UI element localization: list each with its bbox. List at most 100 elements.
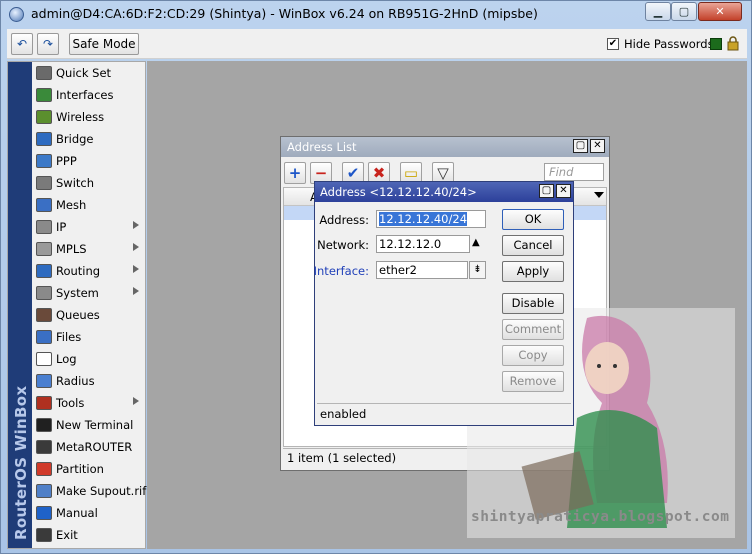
queues-icon: [36, 308, 52, 322]
address-dialog-titlebar[interactable]: Address <12.12.12.40/24> ▢ ✕: [315, 182, 573, 202]
dialog-status: enabled: [317, 403, 571, 424]
routeros-brand: RouterOS WinBox: [8, 62, 32, 548]
terminal-icon: [36, 418, 52, 432]
sidebar-item-switch[interactable]: Switch: [33, 172, 145, 194]
network-toggle-icon[interactable]: ▲: [472, 237, 480, 248]
sidebar-item-system[interactable]: System: [33, 282, 145, 304]
sidebar-item-queues[interactable]: Queues: [33, 304, 145, 326]
add-button[interactable]: +: [284, 162, 306, 184]
sidebar-item-label: Routing: [56, 264, 101, 278]
minimize-button[interactable]: ▁: [645, 2, 671, 21]
sidebar-item-label: Make Supout.rif: [56, 484, 147, 498]
sidebar-item-label: MetaROUTER: [56, 440, 133, 454]
sidebar-item-label: New Terminal: [56, 418, 134, 432]
close-button[interactable]: ✕: [698, 2, 742, 21]
sidebar-item-exit[interactable]: Exit: [33, 524, 145, 546]
interface-dropdown-icon[interactable]: ⇟: [469, 261, 486, 279]
sidebar-item-quick-set[interactable]: Quick Set: [33, 62, 145, 84]
sidebar-item-mesh[interactable]: Mesh: [33, 194, 145, 216]
quick-set-icon: [36, 66, 52, 80]
submenu-arrow-icon: [133, 221, 139, 229]
address-dialog: Address <12.12.12.40/24> ▢ ✕ Address: 12…: [314, 181, 574, 426]
network-input[interactable]: 12.12.12.0: [376, 235, 470, 253]
sidebar-item-tools[interactable]: Tools: [33, 392, 145, 414]
apply-button[interactable]: Apply: [502, 261, 564, 282]
sidebar-item-interfaces[interactable]: Interfaces: [33, 84, 145, 106]
sidebar-item-label: MPLS: [56, 242, 87, 256]
mpls-icon: [36, 242, 52, 256]
copy-button[interactable]: Copy: [502, 345, 564, 366]
sidebar-item-metarouter[interactable]: MetaROUTER: [33, 436, 145, 458]
cancel-button[interactable]: Cancel: [502, 235, 564, 256]
winbox-window: admin@D4:CA:6D:F2:CD:29 (Shintya) - WinB…: [0, 0, 752, 554]
partition-icon: [36, 462, 52, 476]
address-dialog-title: Address <12.12.12.40/24>: [320, 185, 477, 199]
window-title: admin@D4:CA:6D:F2:CD:29 (Shintya) - WinB…: [31, 6, 538, 21]
sidebar-item-make-supout-rif[interactable]: Make Supout.rif: [33, 480, 147, 502]
switch-icon: [36, 176, 52, 190]
address-list-titlebar[interactable]: Address List ▢ ✕: [281, 137, 609, 157]
sidebar-item-ip[interactable]: IP: [33, 216, 145, 238]
watermark-text: shintyapraticya.blogspot.com: [471, 509, 730, 525]
metarouter-icon: [36, 440, 52, 454]
address-list-restore-button[interactable]: ▢: [573, 139, 588, 153]
address-input[interactable]: 12.12.12.40/24: [376, 210, 486, 228]
sidebar-item-label: Exit: [56, 528, 78, 542]
sidebar-item-log[interactable]: Log: [33, 348, 145, 370]
wireless-icon: [36, 110, 52, 124]
interface-select[interactable]: ether2: [376, 261, 468, 279]
maximize-button[interactable]: ▢: [671, 2, 697, 21]
sidebar-item-label: Interfaces: [56, 88, 114, 102]
hide-passwords-checkbox[interactable]: ✔: [607, 38, 619, 50]
sidebar-item-bridge[interactable]: Bridge: [33, 128, 145, 150]
sidebar-item-radius[interactable]: Radius: [33, 370, 145, 392]
supout-icon: [36, 484, 52, 498]
sidebar-item-label: Partition: [56, 462, 104, 476]
sidebar: RouterOS WinBox Quick Set Interfaces Wirel…: [7, 61, 146, 549]
title-bar: admin@D4:CA:6D:F2:CD:29 (Shintya) - WinB…: [1, 1, 751, 27]
radius-icon: [36, 374, 52, 388]
sidebar-item-partition[interactable]: Partition: [33, 458, 145, 480]
main-toolbar: ↶ ↷ Safe Mode ✔ Hide Passwords: [7, 29, 747, 59]
remove-address-button[interactable]: Remove: [502, 371, 564, 392]
sidebar-item-label: Tools: [56, 396, 85, 410]
column-dropdown-icon[interactable]: [594, 192, 604, 198]
ppp-icon: [36, 154, 52, 168]
address-list-title: Address List: [287, 140, 357, 154]
manual-icon: [36, 506, 52, 520]
comment-address-button[interactable]: Comment: [502, 319, 564, 340]
sidebar-item-mpls[interactable]: MPLS: [33, 238, 145, 260]
sidebar-item-label: Mesh: [56, 198, 87, 212]
brand-label: RouterOS WinBox: [12, 385, 30, 540]
status-indicator-icon: [710, 38, 722, 50]
sidebar-item-ppp[interactable]: PPP: [33, 150, 145, 172]
dialog-close-button[interactable]: ✕: [556, 184, 571, 198]
winbox-app-icon: [9, 7, 24, 22]
sidebar-item-label: PPP: [56, 154, 77, 168]
sidebar-item-manual[interactable]: Manual: [33, 502, 145, 524]
undo-button[interactable]: ↶: [11, 33, 33, 55]
submenu-arrow-icon: [133, 397, 139, 405]
system-icon: [36, 286, 52, 300]
safe-mode-button[interactable]: Safe Mode: [69, 33, 139, 55]
submenu-arrow-icon: [133, 243, 139, 251]
tools-icon: [36, 396, 52, 410]
exit-icon: [36, 528, 52, 542]
find-input[interactable]: Find: [544, 163, 604, 181]
ok-button[interactable]: OK: [502, 209, 564, 230]
bridge-icon: [36, 132, 52, 146]
redo-button[interactable]: ↷: [37, 33, 59, 55]
address-list-close-button[interactable]: ✕: [590, 139, 605, 153]
sidebar-item-wireless[interactable]: Wireless: [33, 106, 145, 128]
submenu-arrow-icon: [133, 265, 139, 273]
sidebar-item-files[interactable]: Files: [33, 326, 145, 348]
sidebar-item-label: Queues: [56, 308, 100, 322]
sidebar-item-new-terminal[interactable]: New Terminal: [33, 414, 145, 436]
sidebar-item-label: Switch: [56, 176, 95, 190]
interface-label: Interface:: [313, 264, 369, 278]
log-icon: [36, 352, 52, 366]
address-value: 12.12.12.40/24: [379, 212, 468, 226]
disable-address-button[interactable]: Disable: [502, 293, 564, 314]
sidebar-item-routing[interactable]: Routing: [33, 260, 145, 282]
dialog-restore-button[interactable]: ▢: [539, 184, 554, 198]
